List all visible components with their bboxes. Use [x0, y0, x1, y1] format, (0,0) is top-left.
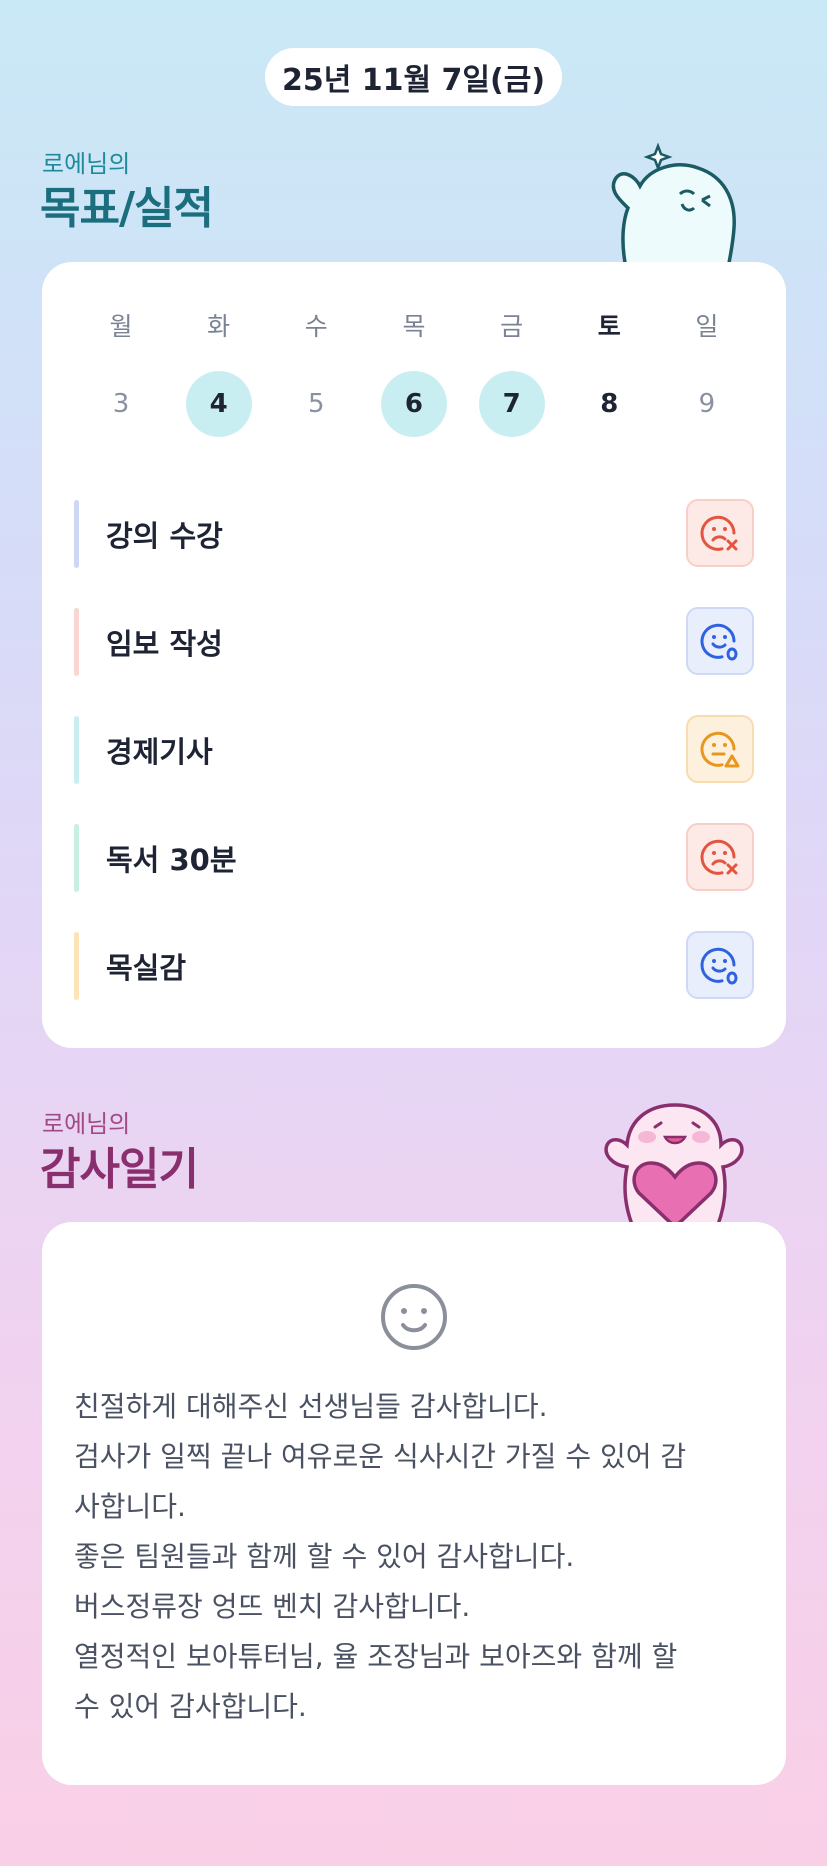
goal-color-bar [74, 500, 79, 568]
thanks-section-title: 감사일기 [40, 1144, 199, 1195]
goals-card: 월 화 수 목 금 토 일 3 4 5 6 7 8 9 강의 수강 임보 작성 … [42, 262, 786, 1048]
weekday-mon: 월 [109, 312, 133, 341]
date-cell-9[interactable]: 9 [674, 371, 740, 437]
thanks-card: 친절하게 대해주신 선생님들 감사합니다. 검사가 일찍 끝나 여유로운 식사시… [42, 1222, 786, 1785]
goal-color-bar [74, 824, 79, 892]
goals-section-title: 목표/실적 [40, 183, 214, 234]
date-cell-6[interactable]: 6 [380, 371, 447, 437]
gratitude-line: 친절하게 대해주신 선생님들 감사합니다. [74, 1390, 548, 1423]
gratitude-line: 좋은 팀원들과 함께 할 수 있어 감사합니다. [74, 1540, 575, 1573]
thanks-mascot-illustration [604, 1103, 744, 1227]
weekday-wed: 수 [304, 312, 328, 341]
date-cell-4[interactable]: 4 [185, 371, 252, 437]
gratitude-line: 버스정류장 엉뜨 벤치 감사합니다. [74, 1590, 471, 1623]
goal-color-bar [74, 932, 79, 1000]
goal-status-button[interactable] [686, 715, 754, 783]
weekday-fri: 금 [500, 312, 524, 341]
weekday-sat: 토 [597, 312, 621, 341]
goal-item[interactable]: 경제기사 [74, 696, 754, 804]
date-cell-7[interactable]: 7 [478, 371, 545, 437]
sad-x-face-icon [700, 839, 738, 875]
neutral-triangle-face-icon [700, 731, 740, 768]
smiley-icon[interactable] [379, 1282, 449, 1352]
goal-status-button[interactable] [686, 823, 754, 891]
goal-status-button[interactable] [686, 607, 754, 675]
gratitude-journal-text: 친절하게 대해주신 선생님들 감사합니다. 검사가 일찍 끝나 여유로운 식사시… [74, 1382, 764, 1732]
weekday-sun: 일 [695, 312, 719, 341]
weekday-thu: 목 [402, 312, 426, 341]
goal-color-bar [74, 716, 79, 784]
goal-status-button[interactable] [686, 499, 754, 567]
goal-label: 목실감 [106, 951, 187, 985]
date-row: 3 4 5 6 7 8 9 [88, 371, 740, 437]
goal-item[interactable]: 강의 수강 [74, 480, 754, 588]
sad-x-face-icon [700, 515, 738, 551]
gratitude-line: 검사가 일찍 끝나 여유로운 식사시간 가질 수 있어 감 [74, 1440, 687, 1473]
smile-check-face-icon [700, 623, 738, 661]
goal-label: 독서 30분 [106, 843, 237, 877]
weekday-tue: 화 [207, 312, 231, 341]
smile-check-face-icon [700, 947, 738, 985]
goal-status-button[interactable] [686, 931, 754, 999]
date-pill[interactable]: 25년 11월 7일(금) [265, 48, 562, 106]
goal-item[interactable]: 임보 작성 [74, 588, 754, 696]
goal-list: 강의 수강 임보 작성 경제기사 독서 30분 목실감 [74, 480, 754, 1020]
date-cell-3[interactable]: 3 [88, 371, 154, 437]
date-cell-8[interactable]: 8 [576, 371, 642, 437]
goal-color-bar [74, 608, 79, 676]
gratitude-line: 사합니다. [74, 1490, 186, 1523]
goal-item[interactable]: 독서 30분 [74, 804, 754, 912]
date-text: 25년 11월 7일(금) [281, 63, 546, 98]
goal-mascot-illustration [611, 142, 736, 268]
goal-label: 임보 작성 [106, 627, 223, 661]
gratitude-line: 수 있어 감사합니다. [74, 1690, 307, 1723]
weekday-row: 월 화 수 목 금 토 일 [88, 312, 740, 342]
gratitude-line: 열정적인 보아튜터님, 율 조장님과 보아즈와 함께 할 [74, 1640, 678, 1673]
goal-label: 강의 수강 [106, 519, 223, 553]
date-cell-5[interactable]: 5 [283, 371, 349, 437]
goal-label: 경제기사 [106, 735, 213, 769]
goal-item[interactable]: 목실감 [74, 912, 754, 1020]
